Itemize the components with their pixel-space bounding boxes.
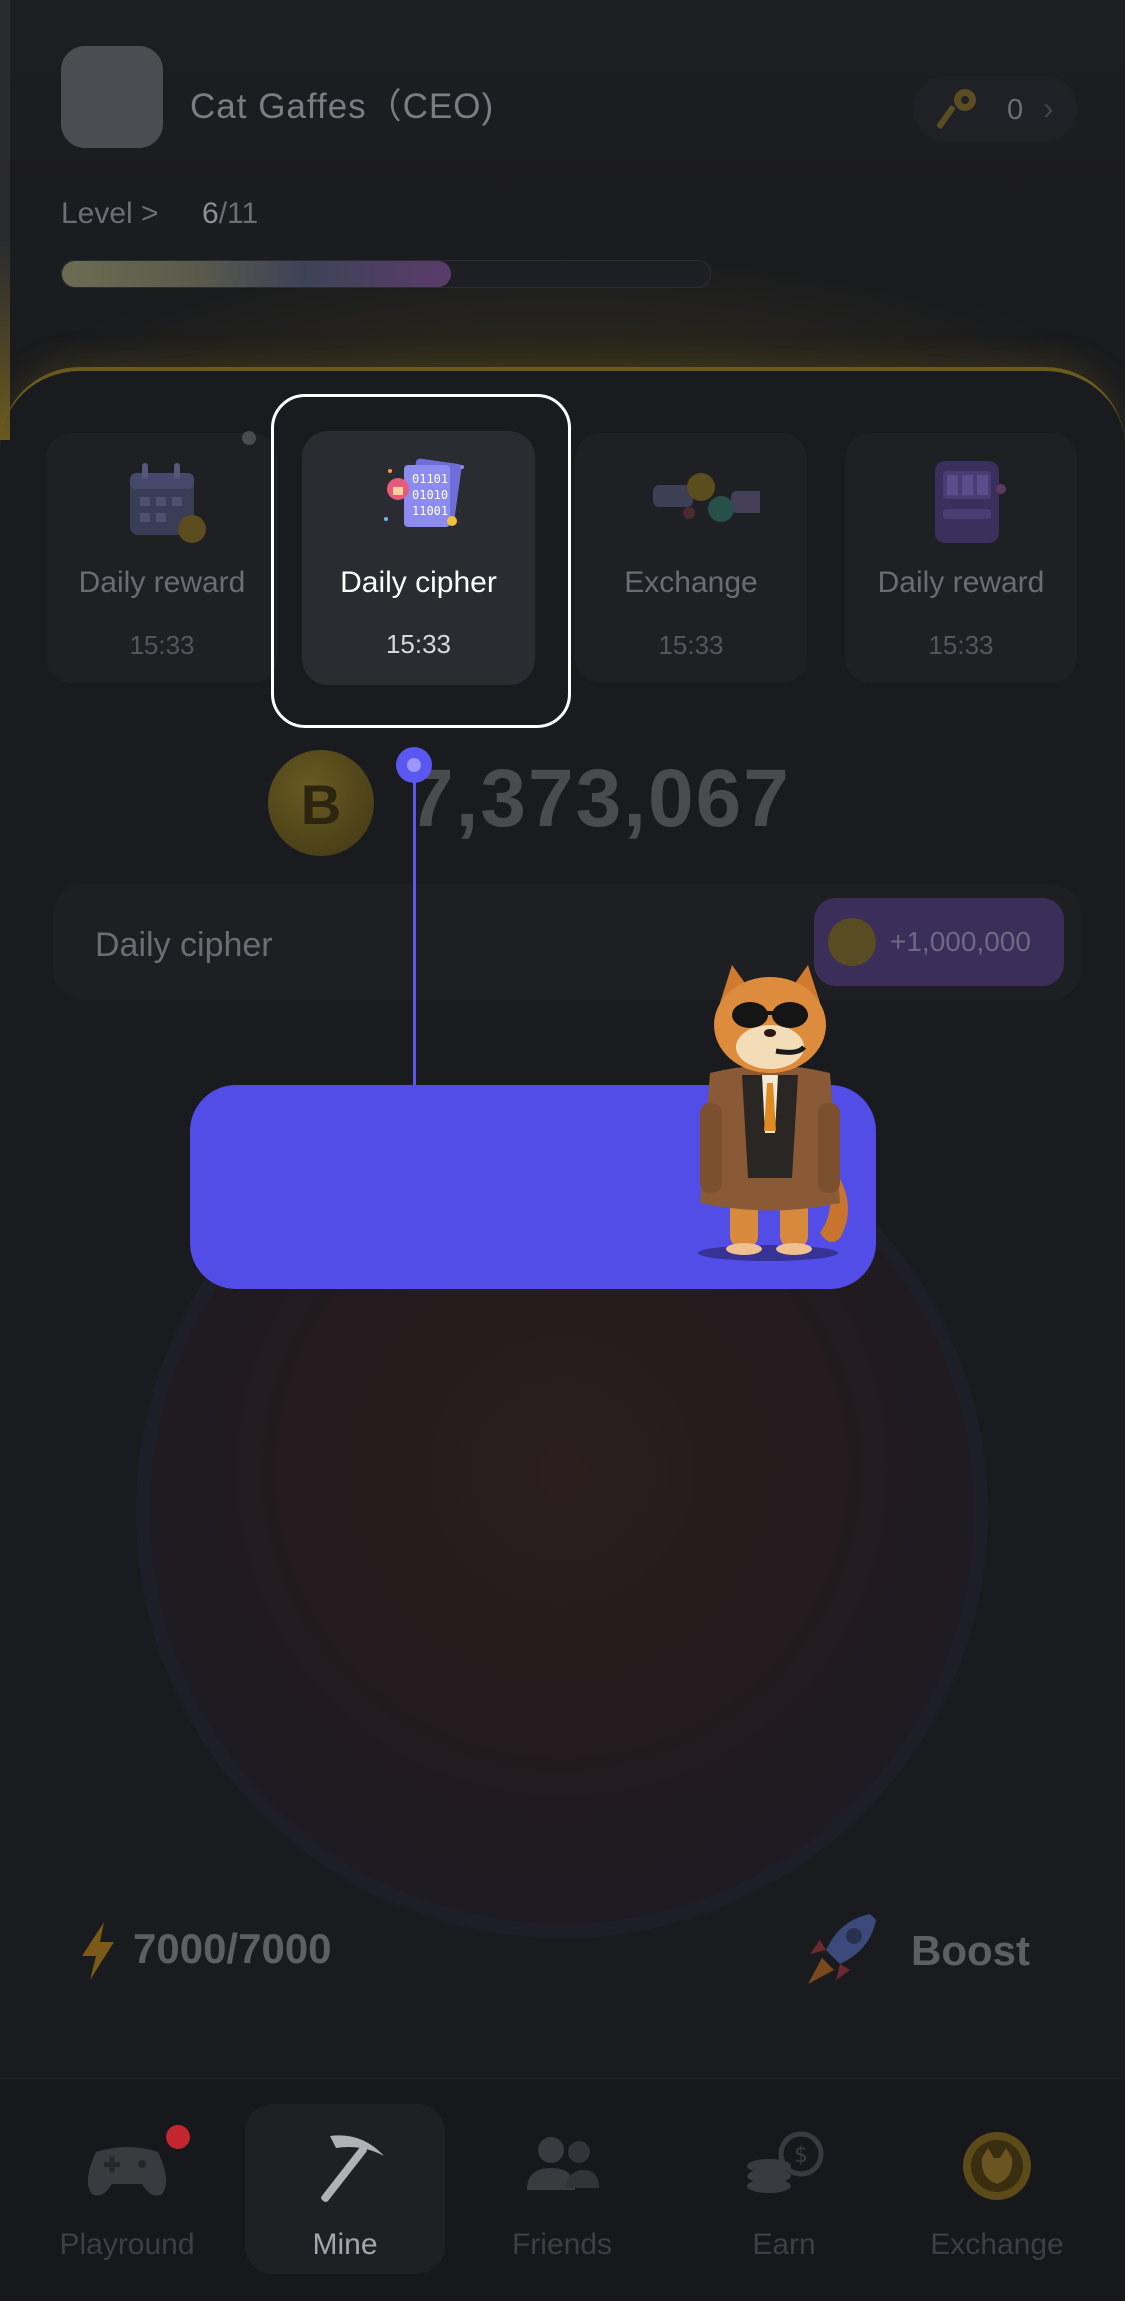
username: Cat Gaffes（CEO) <box>190 87 495 126</box>
card-timer: 15:33 <box>385 629 452 659</box>
svg-text:01010: 01010 <box>412 488 448 502</box>
card-title: Daily cipher <box>340 566 497 599</box>
tutorial-pointer-line <box>413 775 416 1085</box>
handshake-icon <box>653 473 760 522</box>
coin-symbol: B <box>300 773 342 836</box>
daily-cipher-bar[interactable]: Daily cipher +1,000,000 <box>53 884 1081 1000</box>
level-progress-bar <box>61 260 711 288</box>
keys-button[interactable]: 0 › <box>913 76 1077 142</box>
nav-item-friends[interactable]: Friends <box>462 2078 662 2300</box>
card-timer: 15:33 <box>658 630 724 660</box>
level-progress-fill <box>62 261 451 287</box>
nav-item-earn[interactable]: $ Earn <box>684 2078 884 2300</box>
level-total: /11 <box>218 197 259 230</box>
slot-machine-icon <box>935 461 1006 543</box>
card-daily-reward-2[interactable]: Daily reward 15:33 <box>845 433 1077 683</box>
daily-cipher-label: Daily cipher <box>95 926 273 964</box>
panel-side-glow <box>0 240 10 440</box>
friends-icon <box>527 2137 599 2190</box>
energy-counter: 7000/7000 <box>133 1925 332 1972</box>
nav-label: Playround <box>59 2228 195 2261</box>
card-exchange[interactable]: Exchange 15:33 <box>575 433 807 683</box>
card-daily-cipher[interactable]: 01101 01010 11001 Daily cipher 15:33 <box>302 431 535 685</box>
boost-button[interactable]: Boost <box>911 1927 1030 1975</box>
level-current: 6 <box>202 197 219 230</box>
nav-label: Earn <box>752 2228 816 2261</box>
calendar-icon <box>130 463 206 543</box>
svg-text:11001: 11001 <box>412 504 448 518</box>
level-value: 6/11 <box>202 197 258 231</box>
nav-label: Exchange <box>930 2228 1064 2261</box>
avatar[interactable] <box>61 46 163 148</box>
lightning-icon <box>82 1922 114 1980</box>
cipher-icon: 01101 01010 11001 <box>384 458 464 527</box>
keys-count: 0 <box>1007 94 1024 126</box>
cipher-reward-amount: +1,000,000 <box>890 926 1031 957</box>
mascot-cat-detective <box>698 965 848 1261</box>
coins-icon: $ <box>747 2131 824 2193</box>
card-title: Daily reward <box>877 566 1045 599</box>
exchange-coin-icon <box>963 2132 1031 2200</box>
coin-icon <box>828 918 876 966</box>
gamepad-icon <box>87 2147 167 2196</box>
nav-item-playround[interactable]: Playround <box>27 2078 227 2300</box>
chevron-right-icon: › <box>1043 90 1054 126</box>
balance-amount: 7,373,067 <box>408 753 791 844</box>
card-title: Exchange <box>624 566 758 599</box>
app-root: Cat Gaffes（CEO) 0 › Level > 6/11 Daily r… <box>0 0 1125 2301</box>
nav-item-mine[interactable]: Mine <box>245 2078 445 2300</box>
key-icon <box>936 89 976 129</box>
nav-label: Friends <box>511 2228 613 2261</box>
nav-label: Mine <box>312 2228 378 2261</box>
rocket-icon[interactable] <box>800 1910 880 1992</box>
nav-item-exchange[interactable]: Exchange <box>897 2078 1097 2300</box>
tutorial-pointer-dot <box>396 747 432 783</box>
notification-badge <box>166 2125 190 2149</box>
card-title: Daily reward <box>78 566 246 599</box>
card-daily-reward[interactable]: Daily reward 15:33 <box>46 433 278 683</box>
card-timer: 15:33 <box>129 630 195 660</box>
coin-icon: B <box>268 750 374 856</box>
card-timer: 15:33 <box>928 630 994 660</box>
pickaxe-icon <box>321 2135 384 2203</box>
svg-text:$: $ <box>794 2143 808 2168</box>
svg-text:01101: 01101 <box>412 472 448 486</box>
level-link[interactable]: Level > <box>61 197 159 231</box>
notification-dot <box>242 431 256 445</box>
